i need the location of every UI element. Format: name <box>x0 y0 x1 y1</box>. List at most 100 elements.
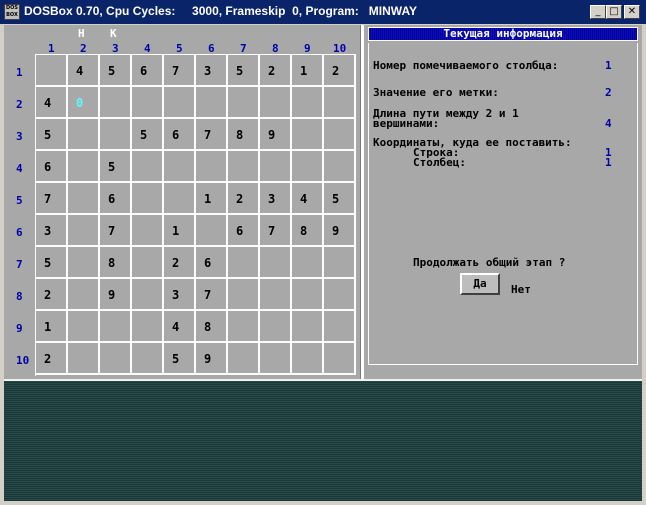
matrix-cell-r7-c8[interactable] <box>260 247 292 279</box>
matrix-cell-r6-c3[interactable]: 7 <box>100 215 132 247</box>
matrix-cell-r4-c3[interactable]: 5 <box>100 151 132 183</box>
matrix-cell-r5-c4[interactable] <box>132 183 164 215</box>
matrix-cell-r4-c8[interactable] <box>260 151 292 183</box>
matrix-cell-r6-c9[interactable]: 8 <box>292 215 324 247</box>
matrix-cell-r4-c7[interactable] <box>228 151 260 183</box>
matrix-cell-r3-c5[interactable]: 6 <box>164 119 196 151</box>
matrix-cell-r6-c10[interactable]: 9 <box>324 215 356 247</box>
matrix-cell-r9-c3[interactable] <box>100 311 132 343</box>
matrix-cell-r5-c9[interactable]: 4 <box>292 183 324 215</box>
matrix-cell-r1-c6[interactable]: 3 <box>196 55 228 87</box>
matrix-cell-r9-c5[interactable]: 4 <box>164 311 196 343</box>
no-button[interactable]: Нет <box>511 283 531 296</box>
matrix-cell-r7-c4[interactable] <box>132 247 164 279</box>
matrix-cell-r10-c6[interactable]: 9 <box>196 343 228 375</box>
matrix-cell-r6-c7[interactable]: 6 <box>228 215 260 247</box>
matrix-cell-r2-c10[interactable] <box>324 87 356 119</box>
matrix-cell-r9-c8[interactable] <box>260 311 292 343</box>
matrix-cell-r1-c10[interactable]: 2 <box>324 55 356 87</box>
yes-button[interactable]: Да <box>460 273 500 295</box>
matrix-cell-r4-c9[interactable] <box>292 151 324 183</box>
matrix-cell-r3-c2[interactable] <box>68 119 100 151</box>
matrix-cell-r1-c8[interactable]: 2 <box>260 55 292 87</box>
matrix-cell-r7-c3[interactable]: 8 <box>100 247 132 279</box>
matrix-cell-r2-c5[interactable] <box>164 87 196 119</box>
matrix-cell-r3-c10[interactable] <box>324 119 356 151</box>
matrix-cell-r4-c2[interactable] <box>68 151 100 183</box>
matrix-cell-r7-c1[interactable]: 5 <box>36 247 68 279</box>
matrix-cell-r1-c3[interactable]: 5 <box>100 55 132 87</box>
matrix-cell-r10-c4[interactable] <box>132 343 164 375</box>
matrix-cell-r8-c4[interactable] <box>132 279 164 311</box>
maximize-button[interactable]: □ <box>606 5 622 19</box>
matrix-cell-r6-c4[interactable] <box>132 215 164 247</box>
minimize-button[interactable]: _ <box>590 5 606 19</box>
matrix-cell-r8-c3[interactable]: 9 <box>100 279 132 311</box>
matrix-cell-r5-c2[interactable] <box>68 183 100 215</box>
matrix-cell-r8-c10[interactable] <box>324 279 356 311</box>
matrix-cell-r5-c1[interactable]: 7 <box>36 183 68 215</box>
matrix-cell-r10-c2[interactable] <box>68 343 100 375</box>
matrix-cell-r4-c1[interactable]: 6 <box>36 151 68 183</box>
matrix-cell-r10-c3[interactable] <box>100 343 132 375</box>
matrix-cell-r1-c7[interactable]: 5 <box>228 55 260 87</box>
matrix-cell-r2-c6[interactable] <box>196 87 228 119</box>
matrix-cell-r10-c7[interactable] <box>228 343 260 375</box>
matrix-cell-r7-c9[interactable] <box>292 247 324 279</box>
matrix-cell-r3-c6[interactable]: 7 <box>196 119 228 151</box>
matrix-cell-r2-c9[interactable] <box>292 87 324 119</box>
matrix-cell-r6-c2[interactable] <box>68 215 100 247</box>
matrix-cell-r2-c2[interactable]: 0 <box>68 87 100 119</box>
matrix-cell-r9-c1[interactable]: 1 <box>36 311 68 343</box>
matrix-cell-r10-c9[interactable] <box>292 343 324 375</box>
matrix-cell-r8-c7[interactable] <box>228 279 260 311</box>
matrix-cell-r8-c2[interactable] <box>68 279 100 311</box>
matrix-cell-r4-c4[interactable] <box>132 151 164 183</box>
matrix-cell-r2-c1[interactable]: 4 <box>36 87 68 119</box>
matrix-cell-r6-c5[interactable]: 1 <box>164 215 196 247</box>
matrix-cell-r3-c1[interactable]: 5 <box>36 119 68 151</box>
matrix-cell-r10-c1[interactable]: 2 <box>36 343 68 375</box>
matrix-cell-r3-c9[interactable] <box>292 119 324 151</box>
matrix-cell-r8-c5[interactable]: 3 <box>164 279 196 311</box>
matrix-cell-r6-c8[interactable]: 7 <box>260 215 292 247</box>
matrix-cell-r2-c7[interactable] <box>228 87 260 119</box>
matrix-cell-r3-c7[interactable]: 8 <box>228 119 260 151</box>
matrix-cell-r3-c8[interactable]: 9 <box>260 119 292 151</box>
matrix-cell-r9-c2[interactable] <box>68 311 100 343</box>
matrix-cell-r5-c8[interactable]: 3 <box>260 183 292 215</box>
dosbox-app-icon[interactable]: DOS BOX <box>4 4 20 20</box>
matrix-cell-r9-c7[interactable] <box>228 311 260 343</box>
matrix-cell-r7-c5[interactable]: 2 <box>164 247 196 279</box>
close-button[interactable]: ✕ <box>624 5 640 19</box>
matrix-cell-r1-c1[interactable] <box>36 55 68 87</box>
matrix-cell-r9-c4[interactable] <box>132 311 164 343</box>
title-bar[interactable]: DOS BOX DOSBox 0.70, Cpu Cycles: 3000, F… <box>0 0 646 24</box>
matrix-cell-r3-c4[interactable]: 5 <box>132 119 164 151</box>
matrix-cell-r8-c6[interactable]: 7 <box>196 279 228 311</box>
matrix-cell-r3-c3[interactable] <box>100 119 132 151</box>
matrix-cell-r4-c6[interactable] <box>196 151 228 183</box>
matrix-cell-r1-c9[interactable]: 1 <box>292 55 324 87</box>
matrix-cell-r2-c8[interactable] <box>260 87 292 119</box>
matrix-cell-r7-c6[interactable]: 6 <box>196 247 228 279</box>
matrix-cell-r1-c2[interactable]: 4 <box>68 55 100 87</box>
matrix-cell-r8-c8[interactable] <box>260 279 292 311</box>
matrix-cell-r2-c3[interactable] <box>100 87 132 119</box>
matrix-cell-r5-c3[interactable]: 6 <box>100 183 132 215</box>
matrix-cell-r6-c6[interactable] <box>196 215 228 247</box>
matrix-cell-r9-c9[interactable] <box>292 311 324 343</box>
matrix-cell-r10-c5[interactable]: 5 <box>164 343 196 375</box>
matrix-cell-r10-c10[interactable] <box>324 343 356 375</box>
matrix-cell-r9-c10[interactable] <box>324 311 356 343</box>
matrix-cell-r1-c4[interactable]: 6 <box>132 55 164 87</box>
matrix-cell-r4-c10[interactable] <box>324 151 356 183</box>
matrix-cell-r5-c6[interactable]: 1 <box>196 183 228 215</box>
matrix-cell-r8-c9[interactable] <box>292 279 324 311</box>
matrix-cell-r8-c1[interactable]: 2 <box>36 279 68 311</box>
matrix-cell-r5-c10[interactable]: 5 <box>324 183 356 215</box>
matrix-cell-r7-c2[interactable] <box>68 247 100 279</box>
matrix-cell-r5-c5[interactable] <box>164 183 196 215</box>
matrix-cell-r7-c7[interactable] <box>228 247 260 279</box>
matrix-cell-r9-c6[interactable]: 8 <box>196 311 228 343</box>
